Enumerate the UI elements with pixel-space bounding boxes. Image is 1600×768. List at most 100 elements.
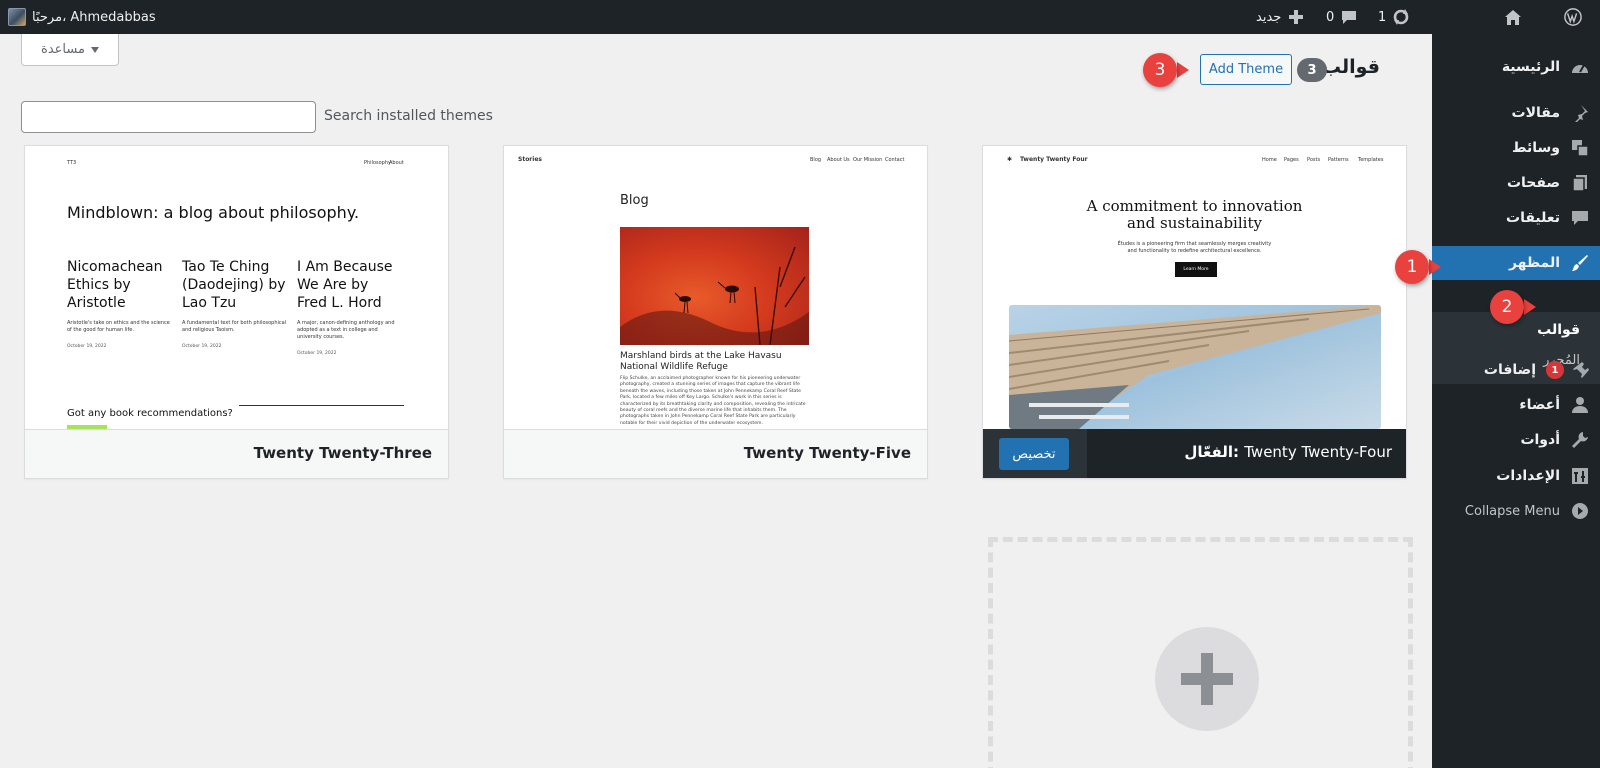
shot-nav-item: About Us	[827, 157, 850, 163]
shot-nav-item: Patterns	[1328, 157, 1349, 163]
shot-learn-more-button: Learn More	[1175, 262, 1217, 277]
wordpress-logo[interactable]	[1564, 0, 1582, 34]
menu-label: المظهر	[1508, 255, 1560, 271]
shot-nav-item: Posts	[1307, 157, 1321, 163]
theme-name-bar: Twenty Twenty-Five	[504, 429, 927, 478]
help-tab-button[interactable]: مساعدة	[21, 34, 119, 66]
help-label: مساعدة	[41, 42, 85, 57]
shot-post: Tao Te Ching (Daodejing) by Lao Tzu A fu…	[182, 258, 287, 349]
shot-nav-item: Contact	[885, 157, 905, 163]
shot-nav-item: Blog	[810, 157, 822, 163]
birds-silhouette-icon	[620, 246, 809, 346]
menu-settings[interactable]: الإعدادات	[1432, 459, 1600, 493]
menu-pages[interactable]: صفحات	[1432, 166, 1600, 200]
search-themes-label: Search installed themes	[324, 108, 493, 124]
home-link[interactable]	[1504, 0, 1522, 34]
shot-brand: Twenty Twenty Four	[1020, 156, 1088, 163]
menu-appearance[interactable]: المظهر	[1432, 246, 1600, 280]
menu-dashboard[interactable]: الرئيسية	[1432, 50, 1600, 84]
greeting: مرحبًا، Ahmedabbas	[32, 9, 156, 25]
updates-count: 1	[1378, 9, 1387, 25]
shot-nav-item: Pages	[1284, 157, 1299, 163]
caret-down-icon	[90, 42, 99, 57]
pin-icon	[1570, 103, 1590, 123]
menu-label: أعضاء	[1519, 397, 1560, 413]
refresh-icon	[1392, 8, 1410, 26]
shot-post-title: Nicomachean Ethics by Aristotle	[67, 259, 163, 311]
callout-marker-2: 2	[1490, 290, 1536, 324]
callout-marker-3: 3	[1143, 53, 1189, 87]
menu-label: مقالات	[1511, 105, 1561, 121]
menu-label: أدوات	[1520, 432, 1560, 448]
shot-post-desc: Aristotle's take on ethics and the scien…	[67, 320, 170, 333]
shot-headline-line: A commitment to innovation	[1086, 197, 1303, 215]
marker-pointer	[1177, 62, 1189, 78]
wordpress-icon	[1564, 8, 1582, 26]
theme-name: Twenty Twenty-Five	[743, 444, 911, 462]
shot-footer-question: Got any book recommendations?	[67, 408, 233, 419]
home-icon	[1504, 8, 1522, 26]
menu-users[interactable]: أعضاء	[1432, 388, 1600, 422]
account-menu[interactable]: مرحبًا، Ahmedabbas	[8, 0, 156, 34]
media-icon	[1570, 138, 1590, 158]
updates-menu[interactable]: 1	[1378, 0, 1410, 34]
menu-comments[interactable]: تعليقات	[1432, 201, 1600, 235]
settings-icon	[1570, 466, 1590, 486]
menu-media[interactable]: وسائط	[1432, 131, 1600, 165]
shot-post-date: October 19, 2022	[182, 344, 222, 349]
shot-headline: A commitment to innovation and sustainab…	[983, 198, 1406, 232]
shot-subtext-line: and functionality to redefine architectu…	[1127, 248, 1262, 254]
shot-subtext: Études is a pioneering firm that seamles…	[983, 241, 1406, 255]
menu-plugins[interactable]: إضافات 1	[1432, 353, 1600, 387]
menu-tools[interactable]: أدوات	[1432, 423, 1600, 457]
shot-headline: Mindblown: a blog about philosophy.	[67, 203, 360, 222]
avatar	[8, 8, 26, 26]
shot-headline-line: and sustainability	[1127, 214, 1262, 232]
marker-number: 2	[1490, 290, 1524, 324]
plugin-update-badge: 1	[1546, 361, 1564, 379]
customize-button[interactable]: تخصيص	[999, 438, 1069, 470]
add-theme-button[interactable]: Add Theme	[1200, 54, 1292, 85]
comments-count: 0	[1326, 9, 1335, 25]
shot-brand: TT3	[67, 160, 77, 166]
shot-divider	[239, 405, 404, 406]
theme-card-twenty-twenty-three[interactable]: TT3 Philosophy About Mindblown: a blog a…	[24, 145, 449, 479]
theme-name: الفعّال: Twenty Twenty-Four	[1184, 443, 1392, 461]
shot-nav-item: Home	[1262, 157, 1277, 163]
new-label: جديد	[1256, 9, 1282, 25]
menu-label: إضافات	[1483, 362, 1536, 378]
theme-screenshot[interactable]: TT3 Philosophy About Mindblown: a blog a…	[25, 146, 448, 429]
theme-card-twenty-twenty-four[interactable]: ✱ Twenty Twenty Four Home Pages Posts Pa…	[982, 145, 1407, 479]
shot-post-date: October 19, 2022	[67, 344, 107, 349]
theme-name-bar: تخصيص الفعّال: Twenty Twenty-Four	[983, 429, 1406, 478]
search-themes-input[interactable]	[21, 101, 316, 133]
theme-screenshot[interactable]: Stories Blog About Us Our Mission Contac…	[504, 146, 927, 429]
shot-heading: Blog	[620, 193, 649, 208]
shot-caption: Marshland birds at the Lake Havasu Natio…	[620, 351, 782, 372]
comment-icon	[1570, 208, 1590, 228]
shot-nav-item: Philosophy	[364, 160, 391, 166]
menu-label: الرئيسية	[1501, 59, 1560, 75]
admin-bar: مرحبًا، Ahmedabbas جديد 0 1	[0, 0, 1600, 34]
theme-screenshot[interactable]: ✱ Twenty Twenty Four Home Pages Posts Pa…	[983, 146, 1406, 429]
comments-menu[interactable]: 0	[1326, 0, 1358, 34]
menu-posts[interactable]: مقالات	[1432, 96, 1600, 130]
collapse-icon	[1570, 501, 1590, 521]
brush-icon	[1570, 253, 1590, 273]
add-new-circle	[1155, 627, 1259, 731]
menu-label: وسائط	[1512, 140, 1560, 156]
marker-pointer	[1429, 259, 1441, 275]
marker-number: 3	[1143, 53, 1177, 87]
wrench-icon	[1570, 430, 1590, 450]
add-new-theme-card[interactable]	[988, 537, 1413, 768]
new-content-menu[interactable]: جديد	[1256, 0, 1305, 34]
plugin-icon	[1570, 360, 1590, 380]
collapse-menu-button[interactable]: Collapse Menu	[1432, 494, 1600, 528]
shot-post: Nicomachean Ethics by Aristotle Aristotl…	[67, 258, 172, 349]
shot-post-date: October 19, 2022	[297, 351, 337, 356]
menu-label: صفحات	[1506, 175, 1560, 191]
theme-card-twenty-twenty-five[interactable]: Stories Blog About Us Our Mission Contac…	[503, 145, 928, 479]
theme-name-bar: Twenty Twenty-Three	[25, 429, 448, 478]
shot-subtext-line: Études is a pioneering firm that seamles…	[1117, 241, 1272, 247]
theme-actions: تخصيص	[983, 429, 1087, 478]
